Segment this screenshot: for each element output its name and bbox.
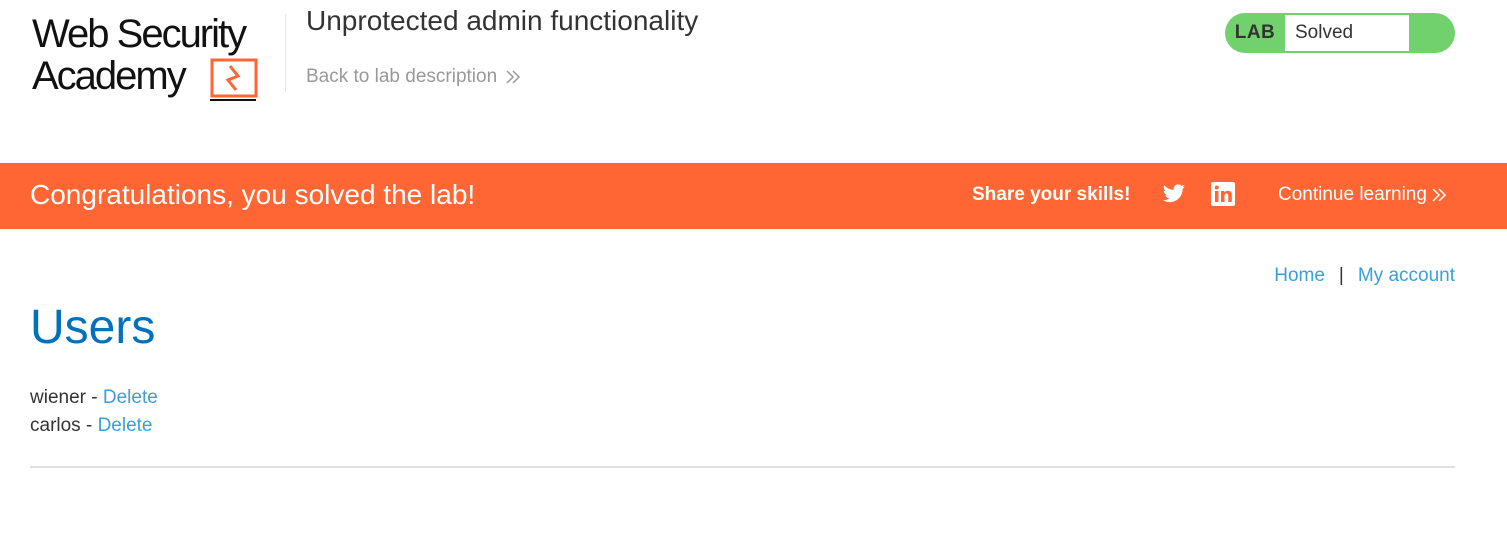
linkedin-icon[interactable] xyxy=(1211,182,1235,206)
solved-banner: Congratulations, you solved the lab! Sha… xyxy=(0,163,1507,229)
page-title: Users xyxy=(30,301,156,354)
congratulations-message: Congratulations, you solved the lab! xyxy=(30,179,476,210)
logo-mark-icon xyxy=(210,58,258,101)
home-link[interactable]: Home xyxy=(1274,265,1325,287)
users-list: wiener - Delete carlos - Delete xyxy=(30,384,158,440)
delete-user-link[interactable]: Delete xyxy=(103,387,158,408)
user-separator: - xyxy=(85,387,103,408)
logo-text-line1: Web Security xyxy=(32,12,247,56)
web-security-academy-logo[interactable]: Web Security Academy xyxy=(30,8,282,104)
top-navigation: Home | My account xyxy=(1274,265,1455,287)
user-separator: - xyxy=(80,415,98,436)
header-divider xyxy=(285,14,286,92)
double-chevron-right-icon xyxy=(506,70,521,84)
header: Web Security Academy Unprotected admin f… xyxy=(0,0,1507,163)
continue-learning-link[interactable]: Continue learning xyxy=(1278,184,1447,206)
lab-status-widget: LAB Solved xyxy=(1225,13,1455,53)
delete-user-link[interactable]: Delete xyxy=(98,415,153,436)
twitter-icon[interactable] xyxy=(1162,183,1186,205)
my-account-link[interactable]: My account xyxy=(1358,265,1455,287)
user-name: carlos xyxy=(30,415,81,436)
share-skills-label: Share your skills! xyxy=(972,184,1131,205)
lab-status-text: Solved xyxy=(1285,15,1409,51)
user-name: wiener xyxy=(30,387,86,408)
list-item: carlos - Delete xyxy=(30,412,158,440)
list-item: wiener - Delete xyxy=(30,384,158,412)
logo-text-line2: Academy xyxy=(32,54,187,98)
continue-learning-label: Continue learning xyxy=(1278,184,1427,205)
lab-title: Unprotected admin functionality xyxy=(306,5,699,36)
nav-separator: | xyxy=(1338,265,1344,286)
divider xyxy=(30,466,1455,468)
lab-badge: LAB xyxy=(1234,22,1276,43)
back-link-label: Back to lab description xyxy=(306,66,498,87)
back-to-lab-description-link[interactable]: Back to lab description xyxy=(306,66,521,88)
double-chevron-right-icon xyxy=(1432,188,1447,202)
